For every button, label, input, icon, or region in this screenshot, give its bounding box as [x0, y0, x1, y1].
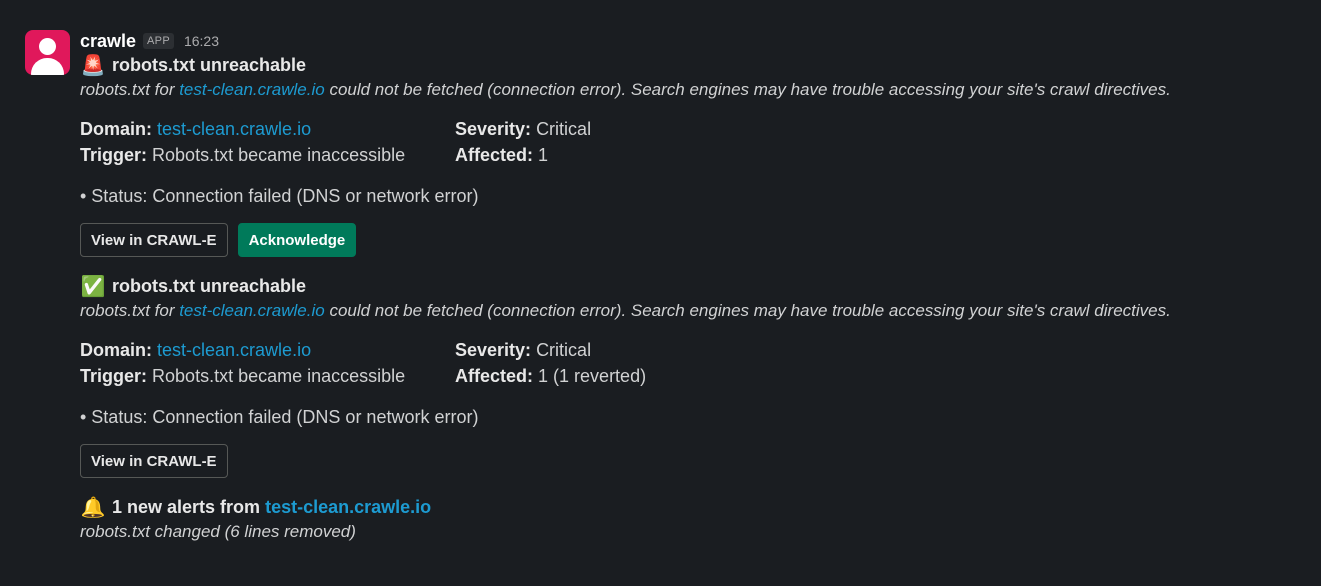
- alert-attachment-1: 🚨 robots.txt unreachable robots.txt for …: [80, 52, 1321, 257]
- avatar[interactable]: [25, 30, 70, 75]
- field-domain-link[interactable]: test-clean.crawle.io: [157, 119, 311, 139]
- alert-title-text: robots.txt unreachable: [112, 54, 307, 75]
- sender-name[interactable]: crawle: [80, 31, 136, 52]
- avatar-user-icon: [39, 38, 56, 55]
- field-severity: Severity: Critical: [455, 119, 855, 140]
- view-in-crawle-button[interactable]: View in CRAWL-E: [80, 223, 228, 257]
- alert-description: robots.txt for test-clean.crawle.io coul…: [80, 301, 1321, 325]
- desc-domain-link[interactable]: test-clean.crawle.io: [179, 80, 325, 99]
- field-trigger-value: Robots.txt became inaccessible: [152, 145, 406, 165]
- bell-icon: 🔔: [80, 496, 106, 519]
- alert-fields: Domain: test-clean.crawle.io Severity: C…: [80, 119, 1321, 166]
- field-domain: Domain: test-clean.crawle.io: [80, 340, 455, 361]
- timestamp[interactable]: 16:23: [184, 33, 219, 49]
- field-affected-value: 1: [538, 145, 549, 165]
- field-trigger: Trigger: Robots.txt became inaccessible: [80, 366, 455, 387]
- desc-domain-link[interactable]: test-clean.crawle.io: [179, 301, 325, 320]
- message-header: crawle APP 16:23: [80, 30, 1321, 52]
- field-domain-link[interactable]: test-clean.crawle.io: [157, 340, 311, 360]
- field-affected: Affected: 1: [455, 145, 855, 166]
- alert-attachment-3: 🔔 1 new alerts from test-clean.crawle.io…: [80, 494, 1321, 546]
- alerts-summary-description: robots.txt changed (6 lines removed): [80, 522, 356, 541]
- alert-attachment-2: ✅ robots.txt unreachable robots.txt for …: [80, 273, 1321, 478]
- check-mark-icon: ✅: [80, 275, 106, 298]
- field-trigger-label: Trigger:: [80, 366, 148, 386]
- alert-fields: Domain: test-clean.crawle.io Severity: C…: [80, 340, 1321, 387]
- acknowledge-button[interactable]: Acknowledge: [237, 223, 357, 257]
- desc-suffix: could not be fetched (connection error).…: [324, 80, 1171, 99]
- app-badge: APP: [143, 33, 174, 49]
- status-line: • Status: Connection failed (DNS or netw…: [80, 186, 479, 206]
- alerts-summary-title: 🔔 1 new alerts from test-clean.crawle.io: [80, 494, 1321, 520]
- field-domain-label: Domain:: [80, 340, 152, 360]
- field-affected: Affected: 1 (1 reverted): [455, 366, 855, 387]
- view-in-crawle-button[interactable]: View in CRAWL-E: [80, 444, 228, 478]
- alert-description: robots.txt for test-clean.crawle.io coul…: [80, 80, 1321, 104]
- field-affected-label: Affected:: [455, 366, 534, 386]
- desc-prefix: robots.txt for: [80, 80, 180, 99]
- alert-title: 🚨 robots.txt unreachable: [80, 52, 1321, 78]
- summary-title-prefix: 1 new alerts from: [112, 496, 261, 517]
- summary-domain-link[interactable]: test-clean.crawle.io: [265, 497, 431, 518]
- field-affected-label: Affected:: [455, 145, 534, 165]
- action-buttons: View in CRAWL-E Acknowledge: [80, 223, 1321, 257]
- field-domain-label: Domain:: [80, 119, 152, 139]
- field-affected-value: 1 (1 reverted): [538, 366, 647, 386]
- desc-suffix: could not be fetched (connection error).…: [324, 301, 1171, 320]
- field-domain: Domain: test-clean.crawle.io: [80, 119, 455, 140]
- field-severity-label: Severity:: [455, 340, 532, 360]
- avatar-user-body: [31, 58, 64, 75]
- message: crawle APP 16:23 🚨 robots.txt unreachabl…: [0, 0, 1321, 546]
- field-severity-label: Severity:: [455, 119, 532, 139]
- field-severity-value: Critical: [536, 119, 592, 139]
- field-severity: Severity: Critical: [455, 340, 855, 361]
- alert-title-text: robots.txt unreachable: [112, 275, 307, 296]
- field-trigger-value: Robots.txt became inaccessible: [152, 366, 406, 386]
- field-trigger: Trigger: Robots.txt became inaccessible: [80, 145, 455, 166]
- siren-icon: 🚨: [80, 54, 106, 77]
- field-severity-value: Critical: [536, 340, 592, 360]
- action-buttons: View in CRAWL-E: [80, 444, 1321, 478]
- field-trigger-label: Trigger:: [80, 145, 148, 165]
- alert-title: ✅ robots.txt unreachable: [80, 273, 1321, 299]
- desc-prefix: robots.txt for: [80, 301, 180, 320]
- status-line: • Status: Connection failed (DNS or netw…: [80, 407, 479, 427]
